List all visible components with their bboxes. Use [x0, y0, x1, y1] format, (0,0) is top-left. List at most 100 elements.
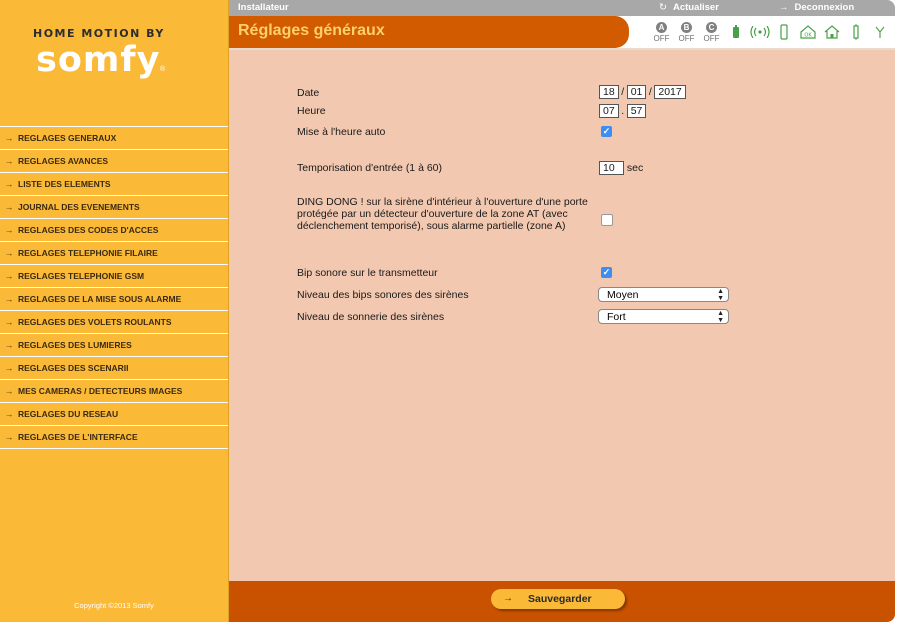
page-title: Réglages généraux: [238, 22, 385, 39]
auto-time-label: Mise à l'heure auto: [297, 126, 386, 138]
arrow-right-icon: →: [4, 248, 14, 258]
entry-delay-field: 10 sec: [599, 161, 643, 175]
siren-beep-level-select[interactable]: Moyen ▲ ▼: [598, 287, 729, 302]
page-header: Réglages généraux A OFF B OFF C OFF OK: [229, 16, 895, 50]
save-button-label: Sauvegarder: [528, 593, 592, 605]
logo-tagline: HOME MOTION BY: [33, 27, 165, 40]
sidebar-item-journal-des-evenements[interactable]: → JOURNAL DES EVENEMENTS: [0, 195, 228, 218]
zone-c-state: OFF: [703, 34, 720, 43]
date-label: Date: [297, 87, 320, 99]
sidebar-item-lumieres[interactable]: → REGLAGES DES LUMIERES: [0, 333, 228, 356]
sidebar-item-label: REGLAGES AVANCES: [18, 156, 109, 166]
status-bar: A OFF B OFF C OFF OK: [649, 22, 892, 46]
arrow-right-icon: →: [4, 202, 14, 212]
select-arrows-icon: ▲ ▼: [717, 288, 724, 302]
date-month-input[interactable]: 01: [626, 85, 647, 99]
date-year-input[interactable]: 2017: [654, 85, 686, 99]
sidebar-item-label: REGLAGES GENERAUX: [18, 133, 117, 143]
date-separator: /: [648, 86, 652, 98]
arrow-right-icon: →: [4, 386, 14, 396]
device-icon: [772, 22, 796, 42]
top-bar: Installateur ↻ Actualiser → Deconnexion: [229, 0, 895, 16]
date-day-input[interactable]: 18: [599, 85, 619, 99]
radio-signal-icon: [748, 22, 772, 42]
settings-form: Date 18/01/2017 Heure 07. 57 Mise à l'heu…: [229, 50, 895, 581]
date-fields: 18/01/2017: [599, 85, 686, 99]
arrow-right-icon: →: [779, 2, 789, 13]
sidebar-item-cameras[interactable]: → MES CAMERAS / DETECTEURS IMAGES: [0, 379, 228, 402]
arrow-right-icon: →: [4, 363, 14, 373]
arrow-right-icon: →: [4, 156, 14, 166]
refresh-link[interactable]: ↻ Actualiser: [659, 2, 719, 13]
select-arrows-icon: ▲ ▼: [717, 310, 724, 324]
sidebar-item-label: JOURNAL DES EVENEMENTS: [18, 202, 140, 212]
arrow-right-icon: →: [4, 133, 14, 143]
sidebar-item-reseau[interactable]: → REGLAGES DU RESEAU: [0, 402, 228, 425]
somfy-logo[interactable]: HOME MOTION BY somfy ®: [0, 0, 228, 126]
arrow-right-icon: →: [4, 432, 14, 442]
sidebar-item-interface[interactable]: → REGLAGES DE L'INTERFACE: [0, 425, 228, 449]
siren-ring-level-value: Fort: [607, 311, 626, 323]
sidebar-item-label: REGLAGES DES VOLETS ROULANTS: [18, 317, 172, 327]
home-ok-icon: OK: [796, 22, 820, 42]
logo-registered-mark: ®: [160, 66, 166, 73]
auto-time-checkbox[interactable]: ✓: [601, 126, 612, 137]
sensor-icon: [844, 22, 868, 42]
title-tab: Réglages généraux: [229, 16, 629, 48]
zone-c-icon: C: [706, 22, 717, 33]
transmitter-beep-label: Bip sonore sur le transmetteur: [297, 267, 438, 279]
sidebar-item-label: REGLAGES DU RESEAU: [18, 409, 119, 419]
footer-bar: → Sauvegarder: [229, 581, 895, 622]
entry-delay-input[interactable]: 10: [599, 161, 624, 175]
refresh-label: Actualiser: [672, 2, 719, 13]
sidebar-item-codes-d-acces[interactable]: → REGLAGES DES CODES D'ACCES: [0, 218, 228, 241]
transmitter-beep-checkbox[interactable]: ✓: [601, 267, 612, 278]
sidebar-item-label: REGLAGES TELEPHONIE FILAIRE: [18, 248, 158, 258]
time-label: Heure: [297, 105, 326, 117]
sidebar-item-reglages-avances[interactable]: → REGLAGES AVANCES: [0, 149, 228, 172]
sidebar-item-volets-roulants[interactable]: → REGLAGES DES VOLETS ROULANTS: [0, 310, 228, 333]
arrow-right-icon: →: [4, 294, 14, 304]
copyright: Copyright ©2013 Somfy: [74, 601, 154, 610]
time-hours-input[interactable]: 07: [599, 104, 619, 118]
house-icon: [820, 22, 844, 42]
sidebar-item-reglages-generaux[interactable]: → REGLAGES GENERAUX: [0, 126, 228, 149]
time-fields: 07. 57: [599, 104, 647, 118]
antenna-icon: [868, 22, 892, 42]
sidebar-item-scenarii[interactable]: → REGLAGES DES SCENARII: [0, 356, 228, 379]
save-button[interactable]: → Sauvegarder: [491, 589, 625, 609]
sidebar: HOME MOTION BY somfy ® → REGLAGES GENERAU…: [0, 0, 229, 622]
sidebar-item-label: LISTE DES ELEMENTS: [18, 179, 111, 189]
zone-b-icon: B: [681, 22, 692, 33]
zone-a-status: A OFF: [649, 22, 674, 44]
sidebar-item-label: REGLAGES DE L'INTERFACE: [18, 432, 138, 442]
user-role: Installateur: [238, 2, 289, 13]
arrow-right-icon: →: [503, 593, 513, 604]
date-separator: /: [621, 86, 625, 98]
refresh-icon: ↻: [659, 2, 667, 13]
zone-b-status: B OFF: [674, 22, 699, 44]
ding-dong-checkbox[interactable]: [601, 214, 613, 226]
sidebar-item-label: REGLAGES DE LA MISE SOUS ALARME: [18, 294, 182, 304]
arrow-right-icon: →: [4, 317, 14, 327]
svg-text:OK: OK: [804, 33, 812, 39]
zone-a-icon: A: [656, 22, 667, 33]
logo-wordmark: somfy: [36, 40, 161, 80]
zone-b-state: OFF: [678, 34, 695, 43]
logout-link[interactable]: → Deconnexion: [779, 2, 854, 13]
siren-beep-level-label: Niveau des bips sonores des sirènes: [297, 289, 469, 301]
sidebar-item-mise-sous-alarme[interactable]: → REGLAGES DE LA MISE SOUS ALARME: [0, 287, 228, 310]
zone-a-state: OFF: [653, 34, 670, 43]
sidebar-item-label: REGLAGES TELEPHONIE GSM: [18, 271, 145, 281]
sidebar-item-telephonie-filaire[interactable]: → REGLAGES TELEPHONIE FILAIRE: [0, 241, 228, 264]
entry-delay-unit: sec: [626, 161, 644, 174]
logout-label: Deconnexion: [794, 2, 855, 13]
ding-dong-label: DING DONG ! sur la sirène d'intérieur à …: [297, 196, 588, 232]
sidebar-item-label: REGLAGES DES SCENARII: [18, 363, 129, 373]
arrow-right-icon: →: [4, 225, 14, 235]
siren-ring-level-select[interactable]: Fort ▲ ▼: [598, 309, 729, 324]
time-separator: .: [621, 105, 625, 117]
time-minutes-input[interactable]: 57: [626, 104, 647, 118]
sidebar-item-liste-des-elements[interactable]: → LISTE DES ELEMENTS: [0, 172, 228, 195]
sidebar-item-telephonie-gsm[interactable]: → REGLAGES TELEPHONIE GSM: [0, 264, 228, 287]
